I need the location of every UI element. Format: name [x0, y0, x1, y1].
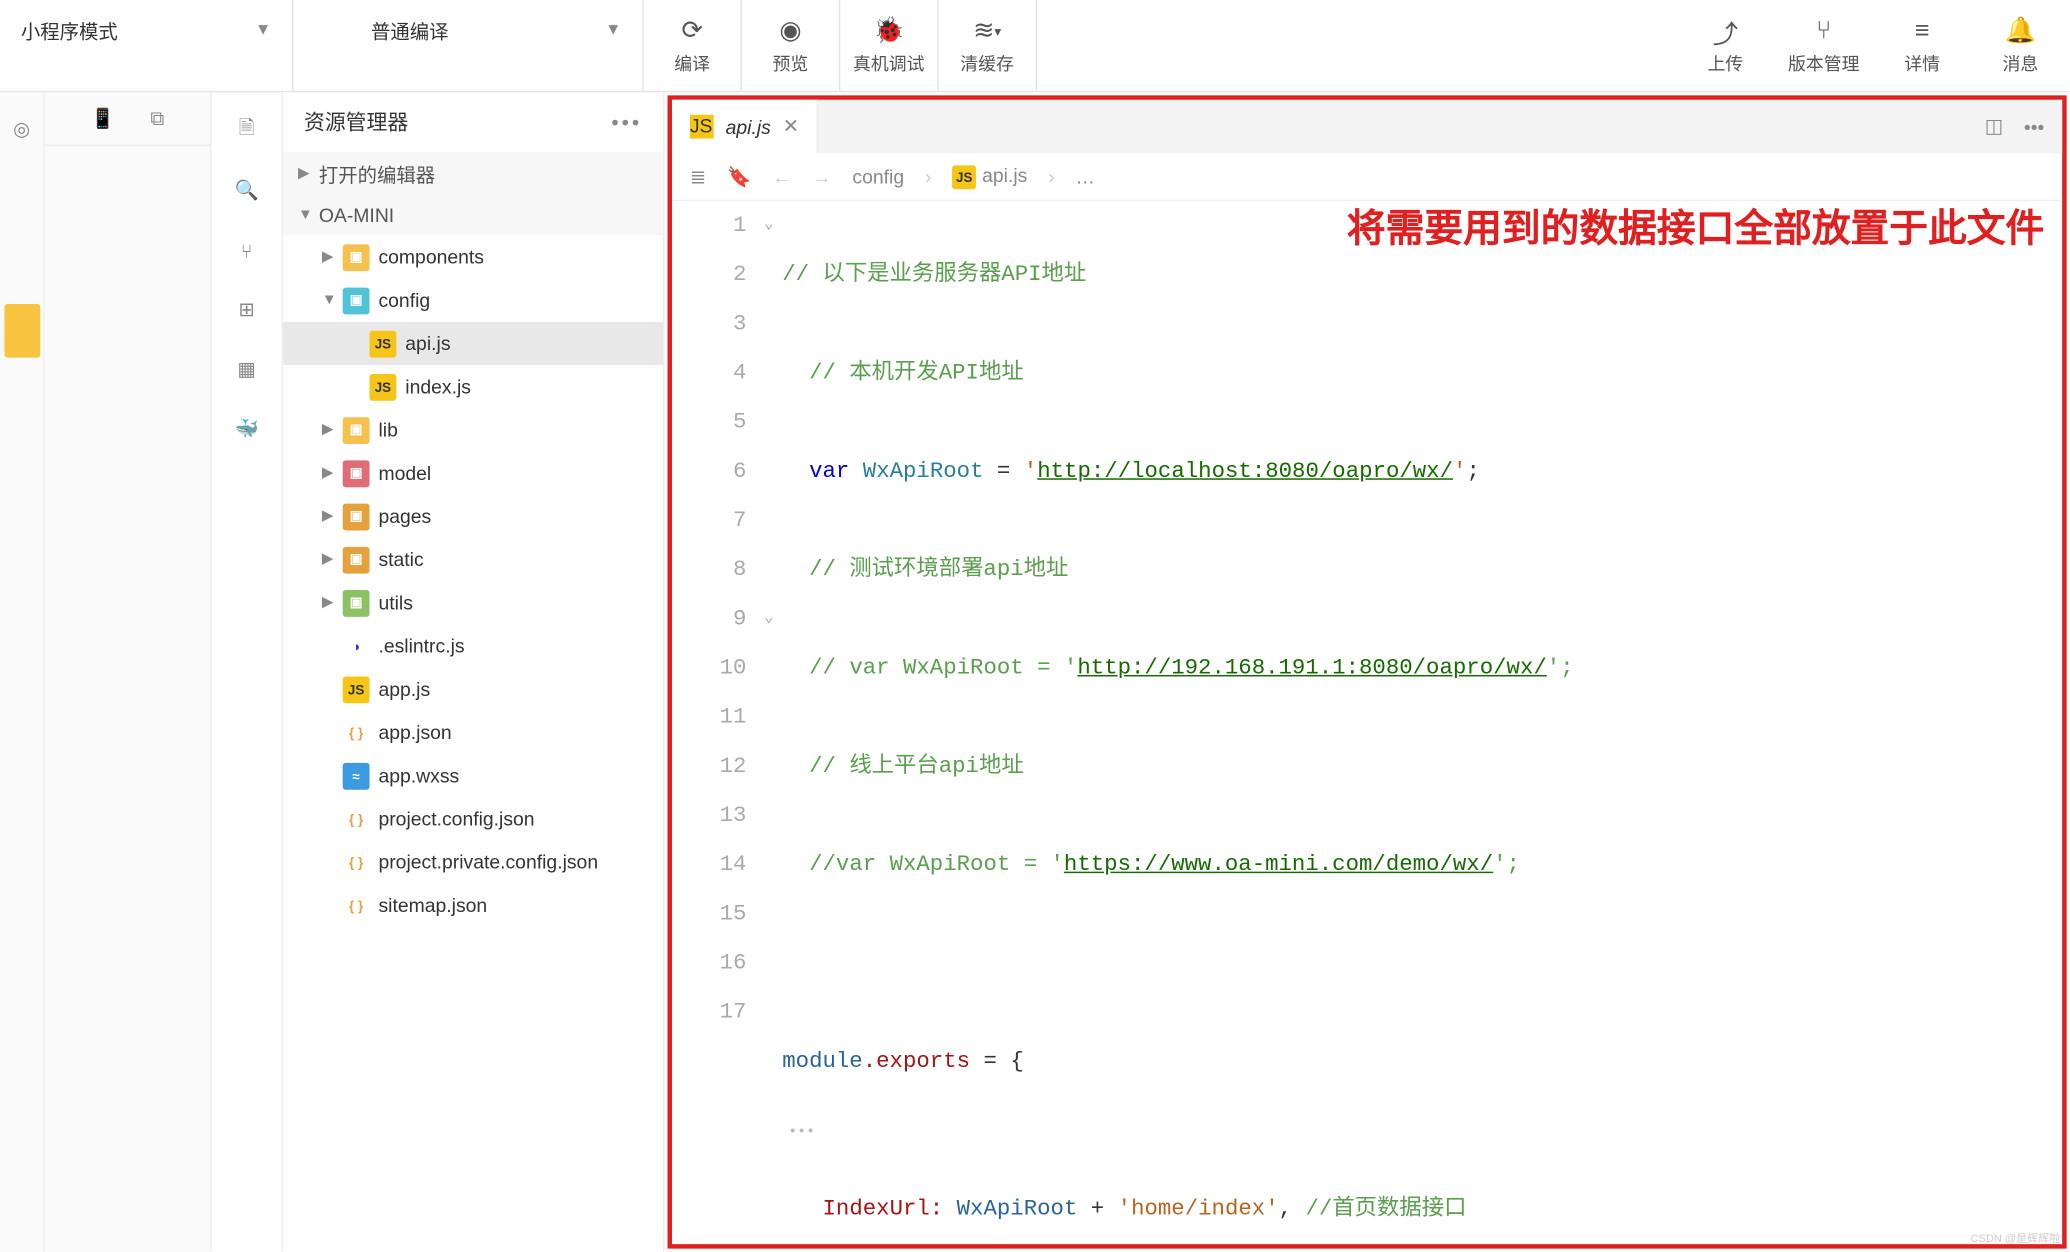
annotation-overlay: 将需要用到的数据接口全部放置于此文件 — [1347, 198, 2044, 253]
preview-button[interactable]: ◉ 预览 — [742, 0, 840, 91]
record-icon[interactable]: ◎ — [7, 115, 37, 145]
tree-folder-lib[interactable]: ▶▣lib — [283, 408, 663, 451]
branch-icon: ⑂ — [1816, 15, 1831, 48]
project-section[interactable]: ▼ OA-MINI — [283, 194, 663, 236]
cache-button[interactable]: ≋▾ 清缓存 — [939, 0, 1037, 91]
breadcrumb: ≣ 🔖 ← → config › JSapi.js › … 将需要用到的数据接口… — [672, 153, 2062, 201]
compile-select[interactable]: 普通编译 ▼ — [350, 0, 642, 60]
crumb-folder[interactable]: config — [852, 165, 904, 187]
tree-folder-components[interactable]: ▶▣components — [283, 235, 663, 278]
more-icon[interactable]: ••• — [611, 110, 642, 134]
tree-file-app-json[interactable]: { }app.json — [283, 711, 663, 754]
extensions-icon[interactable]: ⊞ — [226, 289, 268, 331]
detail-button[interactable]: ≡ 详情 — [1873, 0, 1971, 91]
split-icon[interactable]: ◫ — [1985, 115, 2003, 139]
bug-icon: 🐞 — [873, 15, 905, 48]
crumb-file[interactable]: api.js — [982, 164, 1027, 186]
js-icon: JS — [952, 165, 976, 189]
tree-file-app-js[interactable]: JSapp.js — [283, 668, 663, 711]
chevron-right-icon: › — [925, 165, 931, 187]
tree-file-project-config[interactable]: { }project.config.json — [283, 797, 663, 840]
tree-folder-pages[interactable]: ▶▣pages — [283, 495, 663, 538]
top-toolbar: 小程序模式 ▼ 普通编译 ▼ ⟳ 编译 ◉ 预览 🐞 真机调试 ≋▾ 清缓存 ⤴… — [0, 0, 2070, 92]
chevron-right-icon: ▶ — [298, 165, 319, 181]
run-icon[interactable]: ▦ — [226, 349, 268, 391]
more-icon[interactable]: ••• — [2024, 115, 2044, 137]
tree-folder-static[interactable]: ▶▣static — [283, 538, 663, 581]
eye-icon: ◉ — [779, 15, 801, 48]
tree-file-project-private[interactable]: { }project.private.config.json — [283, 840, 663, 883]
close-icon[interactable]: ✕ — [783, 115, 799, 139]
tree-file-app-wxss[interactable]: ≈app.wxss — [283, 754, 663, 797]
js-icon: JS — [690, 115, 714, 139]
tree-file-index-js[interactable]: JSindex.js — [283, 365, 663, 408]
editor-panel: JS api.js ✕ ◫ ••• ≣ 🔖 ← → config › JS api… — [668, 95, 2067, 1248]
device-preview-thumb — [4, 304, 40, 358]
fold-gutter: ⌄⌄ — [755, 201, 782, 1244]
version-button[interactable]: ⑂ 版本管理 — [1775, 0, 1873, 91]
message-button[interactable]: 🔔 消息 — [1971, 0, 2069, 91]
code-editor[interactable]: 1234567891011121314151617 ⌄⌄ // 以下是业务服务器… — [672, 201, 2062, 1244]
nav-back-icon[interactable]: ← — [772, 165, 791, 187]
crumb-more: … — [1076, 165, 1095, 187]
tree-folder-config[interactable]: ▼▣config — [283, 279, 663, 322]
explorer-panel: 资源管理器 ••• ▶ 打开的编辑器 ▼ OA-MINI ▶▣component… — [283, 92, 664, 1251]
editor-tabbar: JS api.js ✕ ◫ ••• — [672, 100, 2062, 154]
menu-icon: ≡ — [1915, 15, 1930, 48]
tree-file-eslintrc[interactable]: ◑.eslintrc.js — [283, 624, 663, 667]
watermark: CSDN @是辉辉啦 — [1971, 1230, 2060, 1246]
list-icon[interactable]: ≣ — [690, 165, 706, 189]
window-icon[interactable]: ⧉ — [150, 107, 164, 131]
bookmark-icon[interactable]: 🔖 — [727, 165, 751, 189]
chevron-right-icon: › — [1048, 165, 1054, 187]
upload-button[interactable]: ⤴ 上传 — [1676, 0, 1774, 91]
upload-icon: ⤴ — [1713, 15, 1738, 48]
tab-label: api.js — [726, 115, 771, 137]
tree-file-api-js[interactable]: JSapi.js — [283, 322, 663, 365]
tree-folder-model[interactable]: ▶▣model — [283, 451, 663, 494]
mode-select-label: 小程序模式 — [21, 16, 118, 44]
line-gutter: 1234567891011121314151617 — [672, 201, 755, 1244]
code-lines: // 以下是业务服务器API地址 // 本机开发API地址 var WxApiR… — [782, 201, 2062, 1244]
compile-select-label: 普通编译 — [371, 16, 449, 44]
device-column: 📱 ⧉ — [45, 92, 212, 1251]
file-tree: ▶▣components ▼▣config JSapi.js JSindex.j… — [283, 235, 663, 1251]
mode-select[interactable]: 小程序模式 ▼ — [0, 0, 292, 60]
caret-down-icon: ▼ — [605, 21, 621, 39]
nav-fwd-icon[interactable]: → — [812, 165, 831, 187]
debug-button[interactable]: 🐞 真机调试 — [840, 0, 938, 91]
phone-icon[interactable]: 📱 — [91, 107, 115, 131]
left-rail: ◎ — [0, 92, 45, 1251]
layers-icon: ≋▾ — [973, 15, 1001, 48]
git-icon[interactable]: ⑂ — [226, 229, 268, 271]
explorer-title: 资源管理器 — [304, 107, 408, 137]
open-editors-section[interactable]: ▶ 打开的编辑器 — [283, 152, 663, 194]
chevron-down-icon: ▼ — [298, 206, 319, 222]
caret-down-icon: ▼ — [255, 21, 271, 39]
compile-button[interactable]: ⟳ 编译 — [644, 0, 742, 91]
tree-file-sitemap[interactable]: { }sitemap.json — [283, 884, 663, 927]
tree-folder-utils[interactable]: ▶▣utils — [283, 581, 663, 624]
activity-bar: 🗎 🔍 ⑂ ⊞ ▦ 🐳 — [212, 92, 284, 1251]
editor-tab-api-js[interactable]: JS api.js ✕ — [672, 100, 818, 154]
search-icon[interactable]: 🔍 — [226, 170, 268, 212]
docker-icon[interactable]: 🐳 — [226, 408, 268, 450]
files-icon[interactable]: 🗎 — [226, 110, 268, 152]
refresh-icon: ⟳ — [681, 15, 702, 48]
bell-icon: 🔔 — [2005, 15, 2037, 48]
